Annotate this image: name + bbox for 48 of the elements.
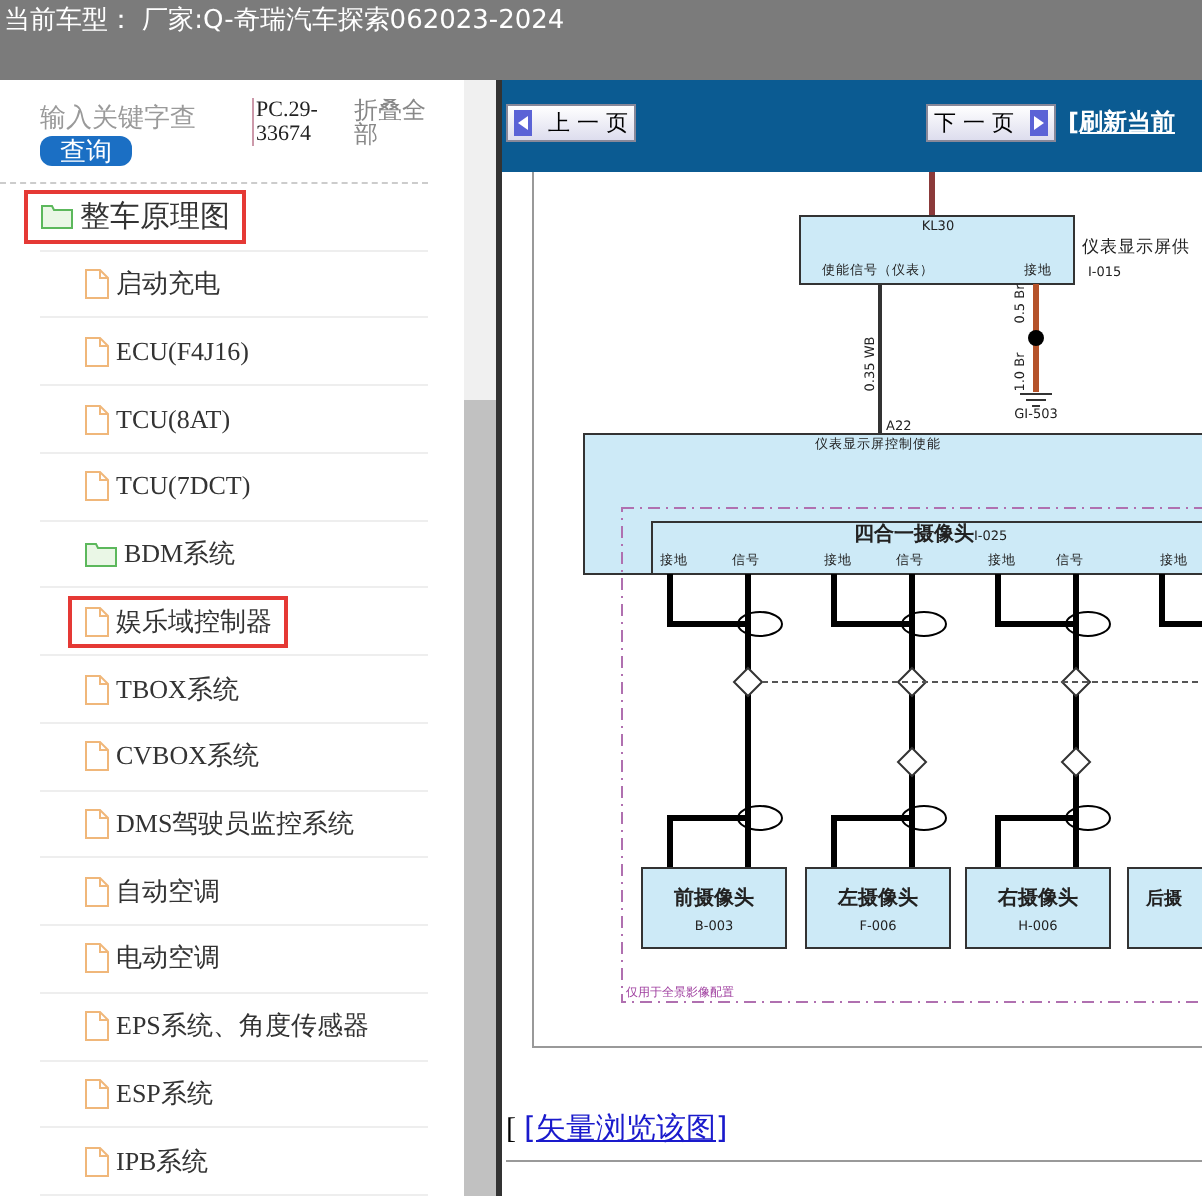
file-icon <box>84 875 110 908</box>
tree-item[interactable]: TCU(8AT) <box>68 395 247 444</box>
vector-view-link[interactable]: [矢量浏览该图] <box>524 1110 728 1148</box>
window-title: 当前车型： 厂家:Q-奇瑞汽车探索062023-2024 <box>2 4 567 38</box>
file-icon <box>84 1077 110 1110</box>
diagram-label: 右摄像头 <box>998 888 1078 910</box>
bracket-text: [ <box>506 1114 516 1148</box>
file-icon <box>84 403 110 436</box>
tree-item[interactable]: EPS系统、角度传感器 <box>68 1000 385 1053</box>
file-icon <box>84 807 110 840</box>
file-icon <box>84 942 110 975</box>
scrollbar[interactable] <box>464 80 496 1196</box>
folder-icon <box>40 202 74 231</box>
tree-item[interactable]: BDM系统 <box>68 528 252 581</box>
folder-icon <box>84 540 118 569</box>
right-arrow-icon <box>1030 109 1048 135</box>
previous-page-button[interactable]: 上 一 页 <box>506 103 636 141</box>
tree-item[interactable]: 自动空调 <box>68 865 236 918</box>
tree-item[interactable]: ECU(F4J16) <box>68 327 265 376</box>
file-icon <box>84 673 110 705</box>
file-icon <box>84 605 110 638</box>
diagram-label: 左摄像头 <box>838 888 918 910</box>
diagram-label: 前摄像头 <box>674 888 754 910</box>
tree-item[interactable]: DMS驾驶员监控系统 <box>68 797 371 850</box>
tree-item[interactable]: TCU(7DCT) <box>68 462 267 511</box>
diagram-label: 后摄 <box>1146 890 1182 910</box>
tree-item[interactable]: TBOX系统 <box>68 663 255 715</box>
tree-item[interactable]: 启动充电 <box>68 258 236 311</box>
file-icon <box>84 740 110 773</box>
file-icon <box>84 1010 110 1043</box>
file-icon <box>84 470 110 503</box>
tree-item[interactable]: ESP系统 <box>68 1067 229 1120</box>
file-icon <box>84 268 110 301</box>
next-page-button[interactable]: 下 一 页 <box>926 103 1056 141</box>
left-arrow-icon <box>514 109 532 135</box>
collapse-all-button[interactable]: 折叠全部 <box>353 98 428 146</box>
tree-item[interactable]: CVBOX系统 <box>68 730 276 783</box>
tree-item[interactable]: 娱乐域控制器 <box>68 595 288 648</box>
tree-item[interactable]: IPB系统 <box>68 1135 225 1188</box>
file-icon <box>84 335 110 368</box>
file-icon <box>84 1145 110 1178</box>
refresh-link[interactable]: [刷新当前 <box>1068 105 1175 139</box>
diagram-label: 仪表显示屏供 <box>1082 238 1190 258</box>
diagram-label: 四合一摄像头 <box>854 524 974 546</box>
tree-item[interactable]: 整车原理图 <box>24 189 246 244</box>
code-label: PC.29-33674 <box>252 98 342 146</box>
tree-item[interactable]: 电动空调 <box>68 932 236 985</box>
search-button[interactable]: 查询 <box>40 136 132 166</box>
